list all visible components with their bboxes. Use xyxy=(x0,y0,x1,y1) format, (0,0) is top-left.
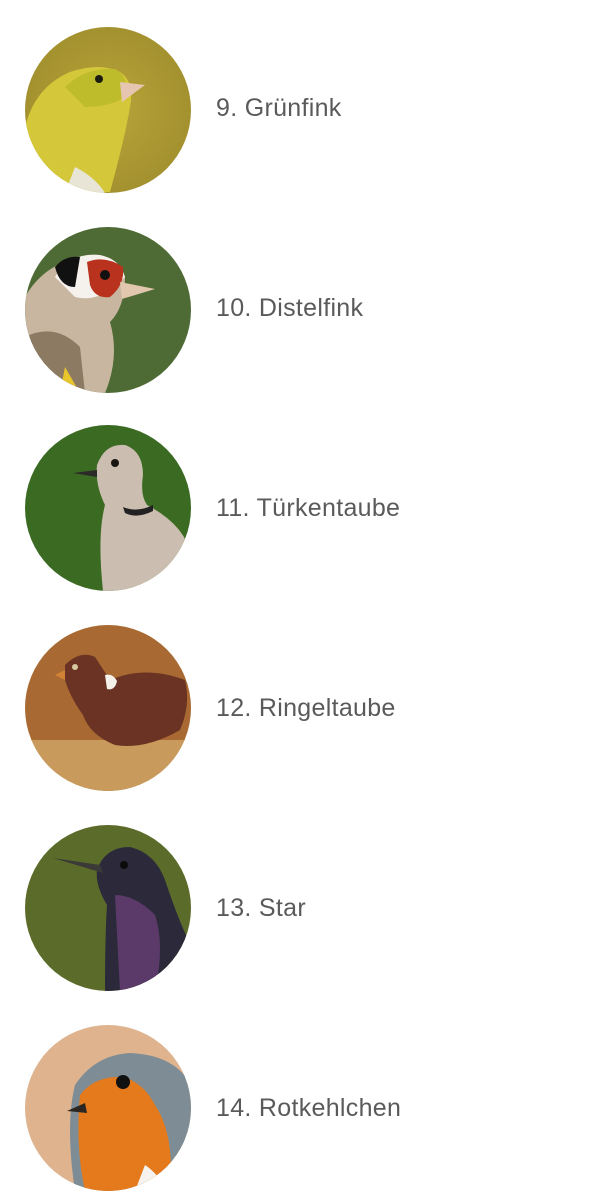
list-item[interactable]: 14. Rotkehlchen xyxy=(0,1025,598,1195)
list-item[interactable]: 11. Türkentaube xyxy=(0,425,598,595)
bird-name: 11. Türkentaube xyxy=(216,494,401,522)
bird-list: 9. Grünfink 10. Distelfink 11. Türkentau… xyxy=(0,0,598,1200)
collared-dove-photo[interactable] xyxy=(25,425,191,591)
bird-name: 9. Grünfink xyxy=(216,94,342,122)
starling-photo[interactable] xyxy=(25,825,191,991)
bird-name: 14. Rotkehlchen xyxy=(216,1094,402,1122)
list-item[interactable]: 10. Distelfink xyxy=(0,225,598,395)
robin-photo[interactable] xyxy=(25,1025,191,1191)
bird-name: 13. Star xyxy=(216,894,306,922)
greenfinch-photo[interactable] xyxy=(25,27,191,193)
list-item[interactable]: 9. Grünfink xyxy=(0,25,598,195)
list-item[interactable]: 13. Star xyxy=(0,825,598,995)
wood-pigeon-photo[interactable] xyxy=(25,625,191,791)
goldfinch-photo[interactable] xyxy=(25,227,191,393)
bird-name: 12. Ringeltaube xyxy=(216,694,396,722)
list-item[interactable]: 12. Ringeltaube xyxy=(0,625,598,795)
bird-name: 10. Distelfink xyxy=(216,294,364,322)
